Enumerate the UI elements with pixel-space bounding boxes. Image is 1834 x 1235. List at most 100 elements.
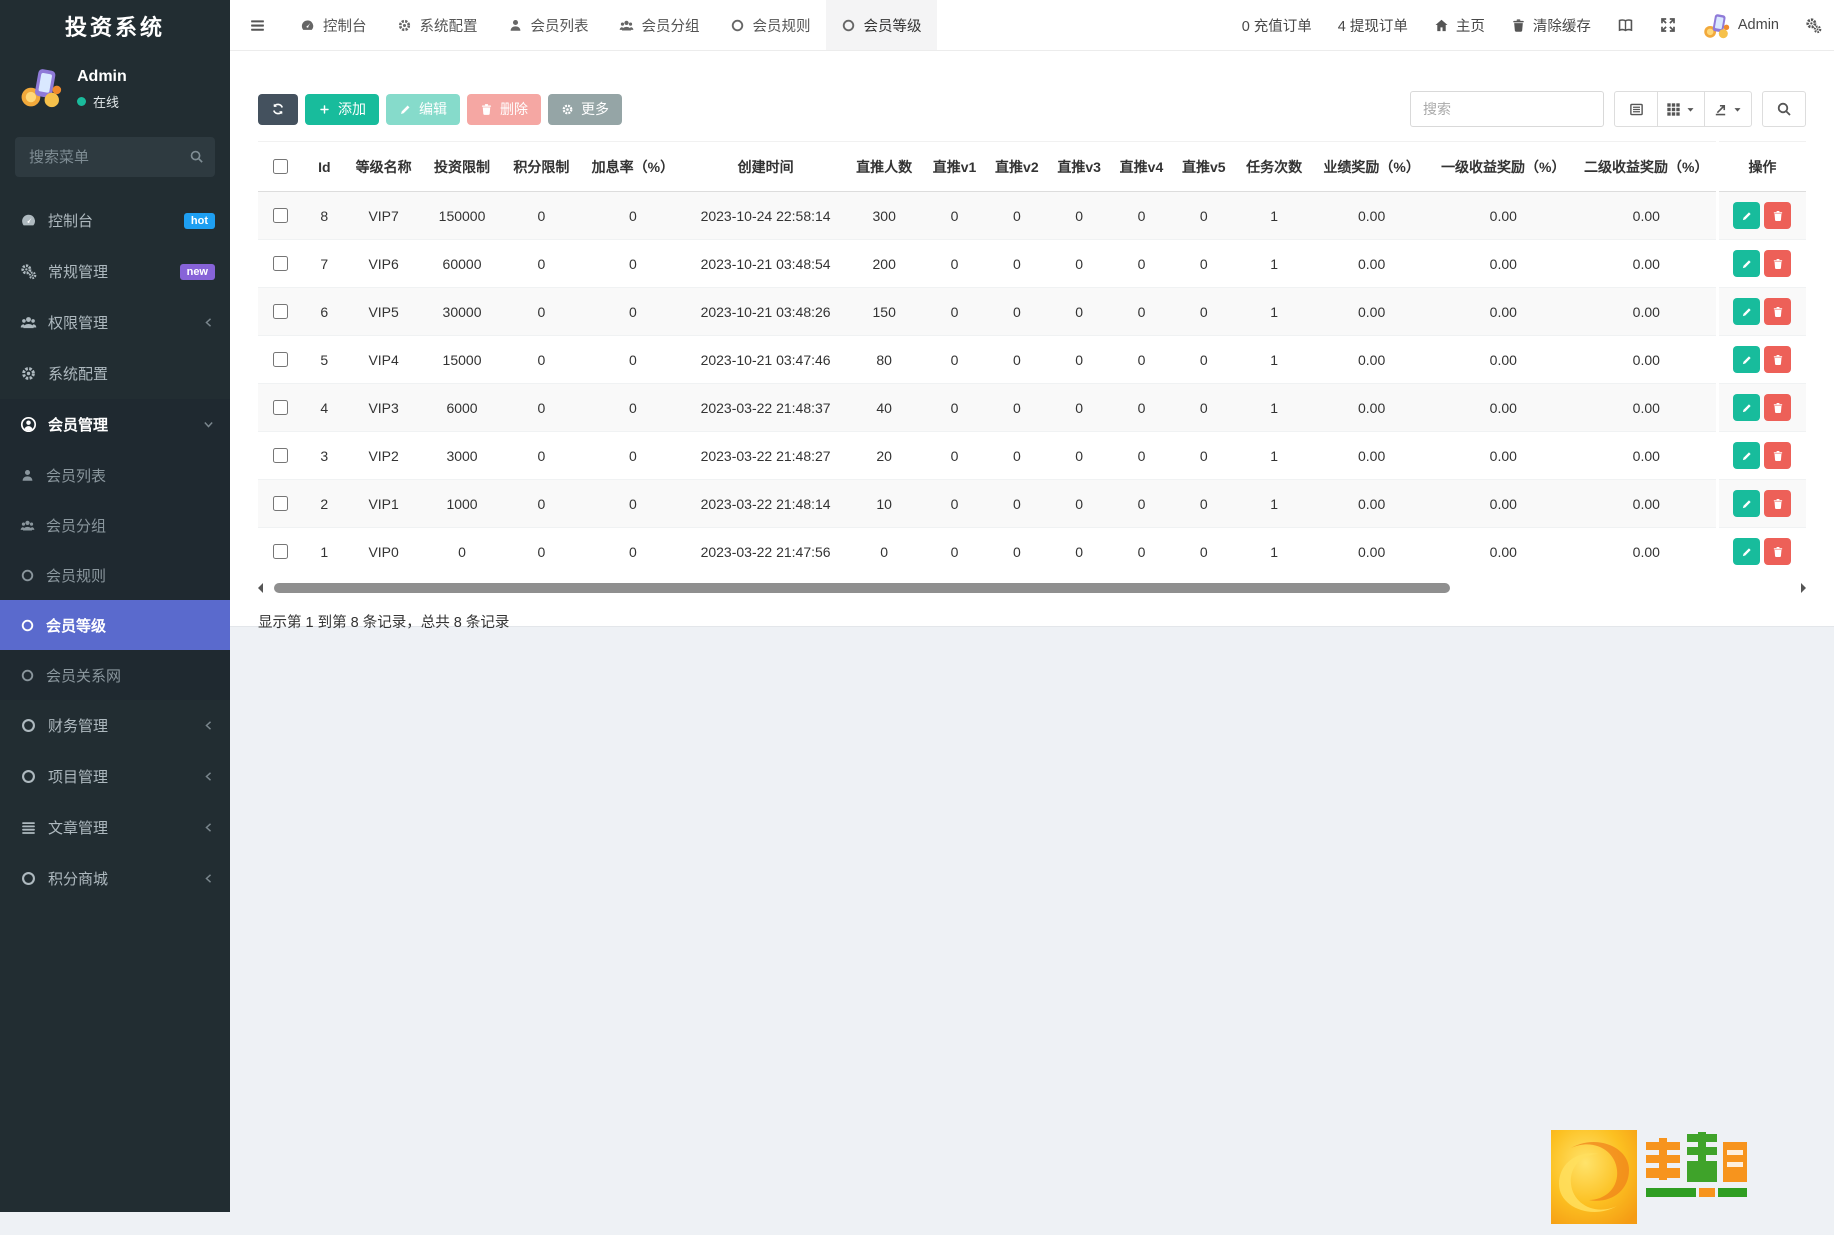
edit-row-button[interactable] [1733,394,1761,421]
sidebar-item-member-list[interactable]: 会员列表 [0,450,230,500]
home-link-label: 主页 [1455,18,1485,35]
select-all-checkbox[interactable] [273,159,289,174]
column-header[interactable]: 一级收益奖励（%） [1429,141,1577,192]
cell-level2-reward: 0.00 [1576,191,1718,240]
row-checkbox[interactable] [273,496,289,511]
cell-direct-v4: 0 [1110,239,1173,288]
tab-member-rule[interactable]: 会员规则 [715,0,826,50]
delete-row-button[interactable] [1764,202,1792,229]
row-checkbox[interactable] [273,304,289,319]
sidebar-item-finance[interactable]: 财务管理 [0,700,230,751]
column-header[interactable]: 直推v2 [985,141,1048,192]
delete-button[interactable]: 删除 [467,93,541,125]
delete-row-button[interactable] [1764,538,1792,565]
row-checkbox[interactable] [273,208,289,223]
clear-cache-link[interactable]: 清除缓存 [1511,15,1591,36]
circle-icon [20,870,37,887]
row-checkbox[interactable] [273,448,289,463]
sidebar-item-member-group[interactable]: 会员分组 [0,500,230,550]
cell-direct-v2: 0 [985,431,1048,480]
edit-row-button[interactable] [1733,346,1761,373]
settings-gears-icon[interactable] [1805,17,1822,34]
cell-created-time: 2023-03-22 21:48:27 [686,431,845,480]
sidebar-item-sysconfig[interactable]: 系统配置 [0,348,230,399]
sidebar-item-console[interactable]: 控制台 hot [0,195,230,246]
export-button[interactable] [1704,91,1752,127]
column-header[interactable]: 直推v4 [1110,141,1173,192]
column-header[interactable]: 积分限制 [503,141,580,192]
sidebar-item-auth[interactable]: 权限管理 [0,297,230,348]
edit-row-button[interactable] [1733,250,1761,277]
column-header[interactable]: 二级收益奖励（%） [1576,141,1718,192]
menu-search-input[interactable] [15,137,215,177]
row-checkbox[interactable] [273,400,289,415]
column-header[interactable]: 创建时间 [686,141,845,192]
circle-icon [20,618,35,633]
sidebar-item-member-network[interactable]: 会员关系网 [0,650,230,700]
tab-member-group[interactable]: 会员分组 [604,0,715,50]
row-checkbox[interactable] [273,256,289,271]
edit-button[interactable]: 编辑 [386,93,460,125]
delete-row-button[interactable] [1764,346,1792,373]
sidebar-item-general[interactable]: 常规管理 new [0,246,230,297]
delete-row-button[interactable] [1764,442,1792,469]
home-link[interactable]: 主页 [1434,15,1485,36]
search-button[interactable] [1762,91,1806,127]
docs-icon[interactable] [1617,17,1634,34]
cell-perf-reward: 0.00 [1313,479,1430,528]
tab-console[interactable]: 控制台 [285,0,382,50]
scroll-left-arrow[interactable] [258,583,263,593]
fullscreen-icon[interactable] [1660,17,1676,33]
cell-task-count: 1 [1234,479,1314,528]
row-checkbox[interactable] [273,544,289,559]
delete-row-button[interactable] [1764,490,1792,517]
column-header[interactable]: 业绩奖励（%） [1313,141,1430,192]
row-checkbox[interactable] [273,352,289,367]
sidebar-item-points-mall[interactable]: 积分商城 [0,853,230,904]
column-header[interactable]: Id [302,141,347,192]
column-header[interactable]: 等级名称 [346,141,421,192]
delete-row-button[interactable] [1764,394,1792,421]
tab-sysconfig[interactable]: 系统配置 [382,0,493,50]
detail-view-button[interactable] [1614,91,1658,127]
scroll-right-arrow[interactable] [1801,583,1806,593]
column-header[interactable]: 操作 [1715,141,1806,192]
row-checkbox-cell [258,479,303,528]
sidebar-item-article[interactable]: 文章管理 [0,802,230,853]
column-header[interactable]: 直推人数 [844,141,924,192]
column-header[interactable]: 直推v3 [1048,141,1111,192]
more-button[interactable]: 更多 [548,93,622,125]
delete-row-button[interactable] [1764,250,1792,277]
cell-interest-rate: 0 [579,239,687,288]
sidebar-item-project[interactable]: 项目管理 [0,751,230,802]
sidebar-item-member-level[interactable]: 会员等级 [0,600,230,650]
edit-row-button[interactable] [1733,490,1761,517]
cell-id: 1 [302,527,347,575]
sidebar-item-member[interactable]: 会员管理 [0,399,230,450]
withdraw-orders-link[interactable]: 4 提现订单 [1338,15,1408,36]
tab-label: 会员规则 [752,18,811,35]
sidebar-item-member-rule[interactable]: 会员规则 [0,550,230,600]
columns-button[interactable] [1657,91,1705,127]
scrollbar-thumb[interactable] [274,583,1451,593]
tab-member-list[interactable]: 会员列表 [493,0,604,50]
recharge-orders-link[interactable]: 0 充值订单 [1242,15,1312,36]
edit-row-button[interactable] [1733,538,1761,565]
admin-menu[interactable]: Admin [1702,11,1779,40]
trash-icon [1772,354,1784,366]
edit-row-button[interactable] [1733,202,1761,229]
add-button[interactable]: 添加 [305,93,379,125]
hamburger-menu-icon[interactable] [230,17,285,34]
delete-row-button[interactable] [1764,298,1792,325]
table-search-input[interactable] [1410,91,1604,127]
column-header[interactable]: 直推v1 [923,141,986,192]
refresh-button[interactable] [258,93,298,125]
tab-member-level[interactable]: 会员等级 [825,0,937,50]
edit-row-button[interactable] [1733,298,1761,325]
column-header[interactable]: 任务次数 [1234,141,1314,192]
column-header[interactable]: 加息率（%） [579,141,687,192]
sidebar: 投资系统 Admin 在线 控制台 hot 常规管理 new 权限管理系统配置会员管理会… [0,0,230,1212]
column-header[interactable]: 直推v5 [1172,141,1235,192]
edit-row-button[interactable] [1733,442,1761,469]
column-header[interactable]: 投资限制 [420,141,504,192]
